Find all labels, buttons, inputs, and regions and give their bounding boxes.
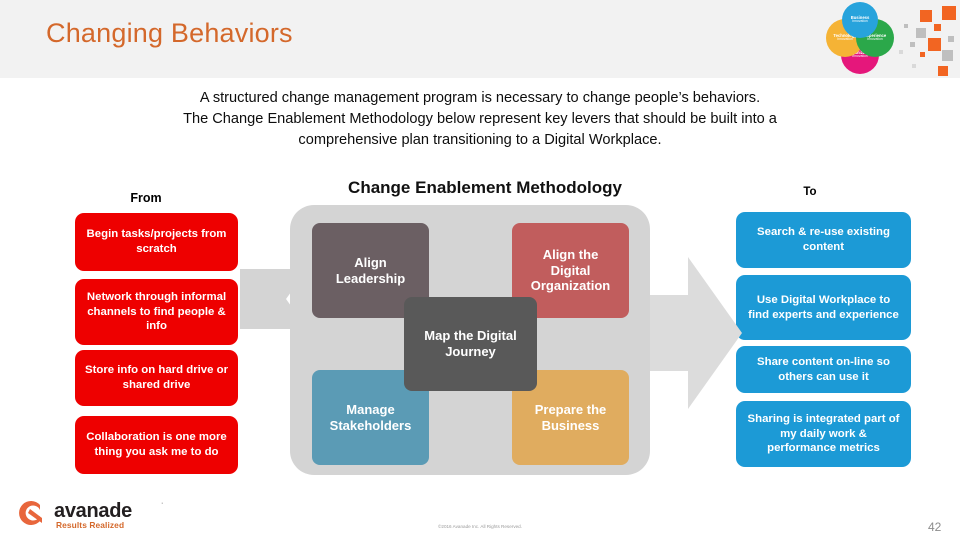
from-card-3[interactable]: Store info on hard drive or shared drive	[75, 350, 238, 406]
to-card-1[interactable]: Search & re-use existing content	[736, 212, 911, 268]
from-card-4[interactable]: Collaboration is one more thing you ask …	[75, 416, 238, 474]
venn-sublabel-technology: Innovation	[837, 37, 853, 42]
methodology-box-label: Align Leadership	[335, 254, 406, 286]
methodology-box-label: Prepare the Business	[534, 401, 607, 433]
methodology-diagram: Align Leadership Align the Digital Organ…	[240, 205, 742, 480]
methodology-box-label: Align the Digital Organization	[530, 247, 611, 294]
avanade-tagline: Results Realized	[56, 520, 125, 530]
venn-sublabel-organization: Innovation	[852, 54, 868, 59]
to-card-2[interactable]: Use Digital Workplace to find experts an…	[736, 275, 911, 340]
venn-sublabel-experience: Innovation	[867, 37, 883, 42]
copyright-notice: ©2016 Avanade Inc. All Rights Reserved.	[438, 524, 522, 529]
trademark-mark: ·	[161, 500, 164, 507]
decorative-squares	[898, 4, 958, 76]
avanade-venn-logo: Technology Innovation Organization Innov…	[826, 2, 894, 74]
avanade-a-icon	[19, 501, 42, 525]
page-title: Changing Behaviors	[46, 18, 293, 48]
from-column-heading: From	[130, 191, 162, 205]
methodology-box-map-the-digital-journey[interactable]: Map the Digital Journey	[404, 297, 537, 391]
subtitle-line-1: A structured change management program i…	[199, 90, 761, 106]
to-card-4[interactable]: Sharing is integrated part of my daily w…	[736, 401, 911, 467]
from-card-1[interactable]: Begin tasks/projects from scratch	[75, 213, 238, 271]
subtitle-line-2: The Change Enablement Methodology below …	[183, 110, 777, 127]
venn-circle-business: Business Innovation	[842, 2, 878, 38]
to-column-heading: To	[803, 186, 817, 198]
slide-subtitle: A structured change management program i…	[130, 88, 830, 151]
slide-page-number: 42	[928, 520, 942, 534]
venn-sublabel-business: Innovation	[852, 19, 868, 24]
subtitle-line-3: comprehensive plan transitioning to a Di…	[298, 131, 662, 148]
avanade-wordmark-logo: avanade · Results Realized	[14, 498, 214, 532]
from-card-2[interactable]: Network through informal channels to fin…	[75, 279, 238, 345]
slide-header: Changing Behaviors	[0, 0, 960, 78]
methodology-box-label: Manage Stakeholders	[329, 401, 412, 433]
methodology-title: Change Enablement Methodology	[348, 178, 622, 197]
to-card-3[interactable]: Share content on-line so others can use …	[736, 346, 911, 393]
methodology-box-label: Map the Digital Journey	[424, 328, 517, 359]
